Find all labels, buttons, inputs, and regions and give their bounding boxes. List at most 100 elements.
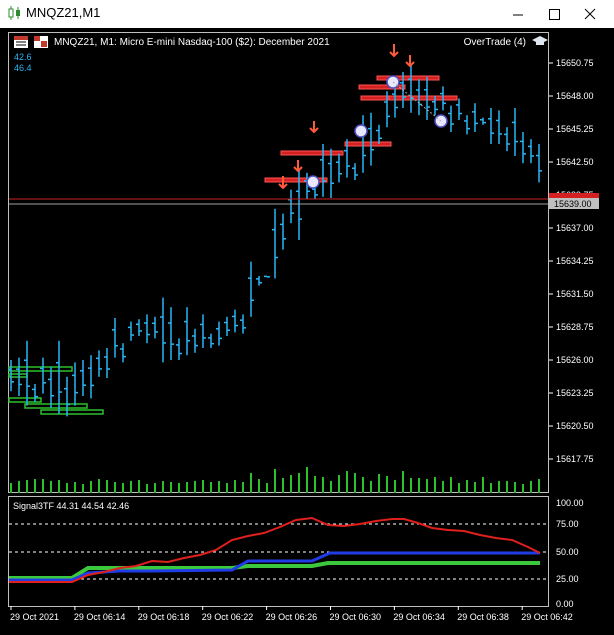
price-bar [136, 319, 142, 336]
graduation-cap-icon [532, 36, 548, 45]
price-bar [288, 189, 294, 224]
price-bar [280, 213, 286, 250]
price-tick-label: 15626.00 [556, 355, 594, 365]
price-bar [208, 333, 214, 348]
indicator-tick-label: 0.00 [556, 599, 574, 609]
price-bar [168, 307, 174, 360]
price-bar [512, 108, 518, 156]
price-bar [88, 355, 94, 399]
time-tick-label: 29 Oct 06:34 [393, 612, 445, 622]
current-price-label: 15639.00 [554, 199, 592, 209]
toolbar-icon-algo[interactable] [34, 36, 48, 48]
time-tick-label: 29 Oct 2021 [10, 612, 59, 622]
price-tick-label: 15631.50 [556, 289, 594, 299]
price-bar [48, 367, 54, 408]
price-axis: 15650.7515648.0015645.2515642.5015639.75… [549, 58, 594, 464]
price-bar [248, 261, 254, 317]
price-tick-label: 15645.25 [556, 124, 594, 134]
indicator-label: Signal3TF 44.31 44.54 42.46 [13, 501, 129, 511]
price-bar [352, 163, 358, 180]
price-tick-label: 15648.00 [556, 91, 594, 101]
time-tick-label: 29 Oct 06:38 [457, 612, 509, 622]
price-bar [200, 314, 206, 348]
time-axis: 29 Oct 2021 29 Oct 06:14 29 Oct 06:18 29 Oc… [10, 606, 573, 622]
price-bar [376, 124, 382, 144]
price-bar [272, 208, 278, 279]
price-bar [496, 110, 502, 144]
trade-markers [306, 75, 448, 189]
price-bars [8, 64, 542, 417]
time-tick-label: 29 Oct 06:30 [330, 612, 382, 622]
price-bar [456, 98, 462, 120]
price-bar [520, 132, 526, 164]
price-bar [472, 103, 478, 132]
price-bar [32, 384, 38, 402]
price-bar [504, 127, 510, 152]
price-bar [80, 360, 86, 396]
chart-app-icon [8, 6, 20, 20]
price-bar [480, 117, 486, 125]
price-bar [120, 343, 126, 363]
price-tick-label: 15620.50 [556, 421, 594, 431]
price-bar [240, 314, 246, 334]
price-bar [184, 307, 190, 356]
chart-header-text: MNQZ21, M1: Micro E-mini Nasdaq-100 ($2)… [54, 37, 330, 48]
price-tick-label: 15634.25 [556, 256, 594, 266]
price-bar [192, 328, 198, 353]
price-bar [528, 139, 534, 164]
info-value-2: 46.4 [14, 63, 32, 73]
price-bar [152, 316, 158, 339]
price-tick-label: 15623.25 [556, 388, 594, 398]
main-panel-border [8, 32, 549, 493]
chart-window[interactable]: MNQZ21, M1: Micro E-mini Nasdaq-100 ($2)… [0, 28, 614, 635]
window-title: MNQZ21,M1 [26, 5, 101, 20]
price-tick-label: 15650.75 [556, 58, 594, 68]
maximize-button[interactable] [534, 0, 574, 28]
time-tick-label: 29 Oct 06:22 [202, 612, 254, 622]
price-bar [216, 321, 222, 346]
price-bar [112, 318, 118, 358]
price-tick-label: 15628.75 [556, 322, 594, 332]
price-bar [264, 275, 270, 278]
price-bar [488, 108, 494, 144]
indicator-tick-label: 75.00 [556, 519, 579, 529]
indicator-tick-label: 50.00 [556, 547, 579, 557]
price-bar [128, 321, 134, 341]
price-bar [224, 316, 230, 336]
price-bar [408, 64, 414, 113]
indicator-axis: 100.00 75.00 50.00 25.00 0.00 [556, 498, 584, 609]
info-value-1: 42.6 [14, 52, 32, 62]
price-bar [336, 153, 342, 183]
time-tick-label: 29 Oct 06:26 [266, 612, 318, 622]
time-tick-label: 29 Oct 06:42 [521, 612, 573, 622]
price-bar [56, 340, 62, 414]
price-tick-label: 15637.00 [556, 223, 594, 233]
price-bar [24, 340, 30, 406]
price-bar [176, 338, 182, 360]
price-bar [232, 309, 238, 333]
expert-label: OverTrade (4) [464, 37, 526, 48]
indicator-tick-label: 25.00 [556, 574, 579, 584]
indicator-tick-label: 100.00 [556, 498, 584, 508]
price-tick-label: 15642.50 [556, 157, 594, 167]
price-bar [536, 144, 542, 183]
price-tick-label: 15617.75 [556, 454, 594, 464]
price-bar [72, 362, 78, 406]
time-tick-label: 29 Oct 06:18 [138, 612, 190, 622]
price-bar [40, 357, 46, 394]
price-bar [368, 112, 374, 166]
price-bar [448, 105, 454, 132]
price-bar [160, 297, 166, 363]
price-bar [96, 350, 102, 377]
price-bar [328, 148, 334, 198]
time-tick-label: 29 Oct 06:14 [74, 612, 126, 622]
buy-zones [8, 366, 104, 415]
close-button[interactable] [570, 0, 610, 28]
window-titlebar: MNQZ21,M1 [0, 0, 614, 28]
volume-histogram [10, 467, 540, 493]
minimize-button[interactable] [498, 0, 538, 28]
price-bar [464, 115, 470, 135]
price-bar [104, 348, 110, 378]
price-bar [256, 276, 262, 286]
toolbar-icon-trade[interactable] [14, 36, 28, 48]
